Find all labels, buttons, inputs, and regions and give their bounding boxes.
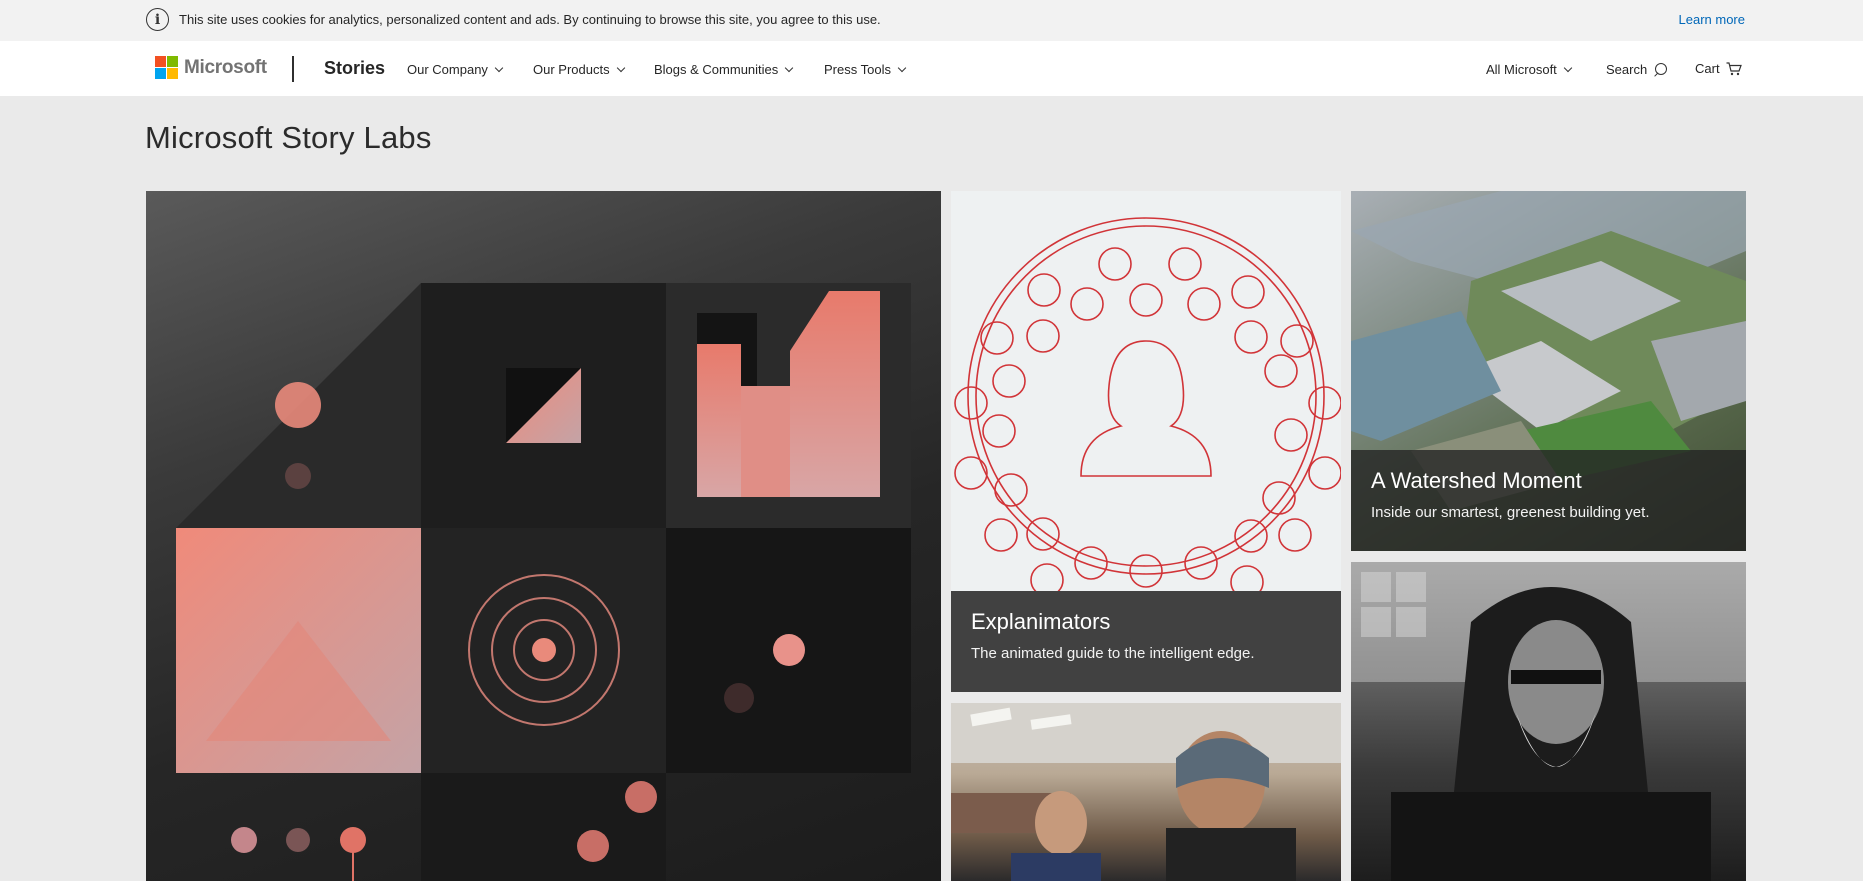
nav-blogs-communities[interactable]: Blogs & Communities: [654, 62, 794, 77]
search-button[interactable]: Search: [1606, 62, 1668, 77]
watershed-caption: A Watershed Moment Inside our smartest, …: [1351, 450, 1746, 551]
nav-press-tools[interactable]: Press Tools: [824, 62, 907, 77]
chevron-down-icon: [616, 63, 625, 72]
nav-label: Our Company: [407, 62, 488, 77]
search-label: Search: [1606, 62, 1648, 77]
watershed-moment-tile[interactable]: A Watershed Moment Inside our smartest, …: [1351, 191, 1746, 551]
portrait-photo-image: [1351, 562, 1746, 881]
info-icon: i: [146, 8, 169, 31]
students-photo-image: [951, 703, 1341, 881]
header-divider: [292, 56, 294, 82]
nav-label: Our Products: [533, 62, 610, 77]
cart-icon: [1726, 61, 1742, 75]
chevron-down-icon: [785, 63, 794, 72]
explanimators-tile[interactable]: Explanimators The animated guide to the …: [951, 191, 1341, 692]
brand-name: Microsoft: [184, 56, 267, 78]
nav-label: Blogs & Communities: [654, 62, 779, 77]
cookie-message: This site uses cookies for analytics, pe…: [179, 12, 881, 27]
tile-subtitle: The animated guide to the intelligent ed…: [971, 645, 1255, 662]
nav-our-company[interactable]: Our Company: [407, 62, 504, 77]
students-photo-tile[interactable]: [951, 703, 1341, 881]
tile-title: A Watershed Moment: [1371, 468, 1582, 493]
nav-label: All Microsoft: [1486, 62, 1557, 77]
explanimators-caption: Explanimators The animated guide to the …: [951, 591, 1341, 692]
portrait-photo-tile[interactable]: [1351, 562, 1746, 881]
chevron-down-icon: [897, 63, 907, 72]
chevron-down-icon: [1563, 63, 1573, 72]
site-header: Microsoft Stories Our Company Our Produc…: [0, 41, 1863, 96]
microsoft-logo-icon: [155, 56, 178, 79]
hero-artwork-tile[interactable]: [146, 191, 941, 881]
section-title-stories[interactable]: Stories: [324, 58, 385, 79]
cart-label: Cart: [1695, 61, 1720, 76]
search-icon: [1653, 62, 1668, 77]
tile-subtitle: Inside our smartest, greenest building y…: [1371, 504, 1650, 521]
chevron-down-icon: [494, 63, 504, 72]
nav-label: Press Tools: [824, 62, 891, 77]
page-title: Microsoft Story Labs: [145, 120, 432, 155]
cookie-banner: i This site uses cookies for analytics, …: [0, 0, 1863, 41]
cart-button[interactable]: Cart: [1695, 61, 1742, 76]
tile-title: Explanimators: [971, 609, 1111, 634]
learn-more-link[interactable]: Learn more: [1679, 12, 1745, 27]
nav-our-products[interactable]: Our Products: [533, 62, 625, 77]
connected-devices-illustration: [954, 217, 1341, 626]
microsoft-logo[interactable]: Microsoft: [155, 56, 267, 79]
geometric-artwork-image: [176, 283, 911, 881]
nav-all-microsoft[interactable]: All Microsoft: [1486, 62, 1573, 77]
